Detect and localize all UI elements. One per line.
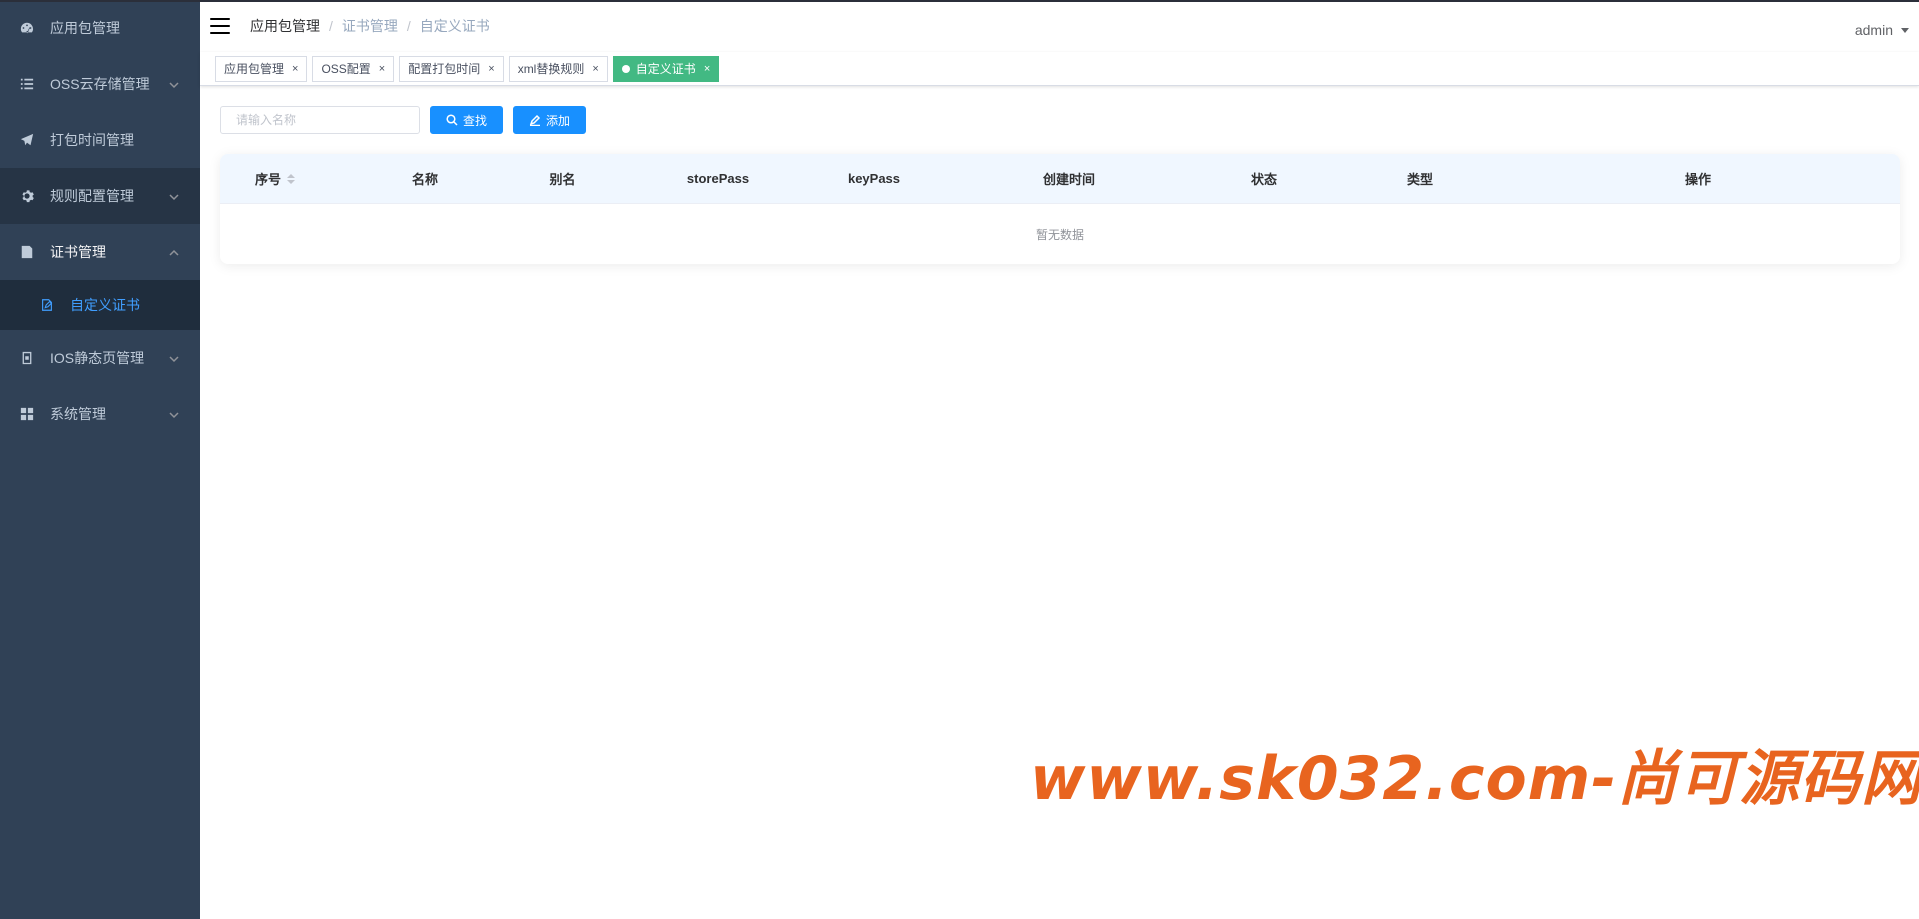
column-header-name: 名称 xyxy=(365,169,485,188)
navbar: 应用包管理 / 证书管理 / 自定义证书 admin xyxy=(200,0,1919,52)
tag-label: 配置打包时间 xyxy=(408,61,481,76)
column-label: 序号 xyxy=(255,172,282,187)
search-button[interactable]: 查找 xyxy=(430,106,504,134)
breadcrumb-separator: / xyxy=(329,18,333,34)
page-content: 查找 添加 序号 名称 别名 storePass keyPass 创建时间 状态… xyxy=(200,86,1919,284)
column-label: 创建时间 xyxy=(1042,172,1095,187)
top-border xyxy=(0,0,1919,2)
column-label: 状态 xyxy=(1250,172,1277,187)
watermark-text: www.sk032.com-尚可源码网 xyxy=(1030,744,1919,814)
column-label: 名称 xyxy=(411,172,438,187)
sidebar-subitem-label: 自定义证书 xyxy=(70,297,140,313)
tag-oss-config[interactable]: OSS配置 × xyxy=(312,55,395,82)
column-header-index[interactable]: 序号 xyxy=(220,169,365,188)
sidebar-item-label: 证书管理 xyxy=(50,244,106,260)
table-header: 序号 名称 别名 storePass keyPass 创建时间 状态 类型 操作 xyxy=(220,154,1900,204)
column-header-type: 类型 xyxy=(1342,169,1498,188)
chevron-down-icon xyxy=(168,408,180,420)
close-icon[interactable]: × xyxy=(488,57,494,81)
add-button[interactable]: 添加 xyxy=(513,106,587,134)
dashboard-icon xyxy=(20,21,34,35)
caret-down-icon xyxy=(1901,27,1909,33)
edit-icon xyxy=(529,114,541,126)
chevron-down-icon xyxy=(168,78,180,90)
sidebar-item-label: 系统管理 xyxy=(50,406,106,422)
column-label: 别名 xyxy=(549,172,576,187)
grid-icon xyxy=(20,407,34,421)
search-icon xyxy=(446,114,458,126)
certificate-table: 序号 名称 别名 storePass keyPass 创建时间 状态 类型 操作… xyxy=(220,154,1900,264)
chevron-down-icon xyxy=(168,190,180,202)
active-dot-icon xyxy=(621,64,630,73)
tag-label: xml替换规则 xyxy=(517,61,585,76)
breadcrumb-separator: / xyxy=(406,18,411,34)
certificate-icon xyxy=(20,245,34,259)
tags-view: 应用包管理 × OSS配置 × 配置打包时间 × xml替换规则 × 自定义证书… xyxy=(200,52,1919,86)
column-header-alias: 别名 xyxy=(485,169,640,188)
chevron-up-icon xyxy=(168,246,180,258)
column-label: 操作 xyxy=(1684,172,1711,187)
sidebar: 应用包管理 OSS云存储管理 打包时间管理 规则配置管理 证书管理 自定义证书 xyxy=(0,0,200,919)
column-header-keypass: keyPass xyxy=(796,171,952,186)
sidebar-item-label: OSS云存储管理 xyxy=(50,76,150,92)
table-empty-state: 暂无数据 xyxy=(220,204,1900,264)
sidebar-item-label: 应用包管理 xyxy=(50,20,120,36)
search-button-label: 查找 xyxy=(463,113,488,128)
close-icon[interactable]: × xyxy=(379,57,385,81)
username: admin xyxy=(1854,22,1893,38)
sidebar-item-ios-static[interactable]: IOS静态页管理 xyxy=(0,330,200,386)
close-icon[interactable]: × xyxy=(592,57,598,81)
filter-toolbar: 查找 添加 xyxy=(220,106,1899,134)
sort-icon[interactable] xyxy=(287,173,296,184)
close-icon[interactable]: × xyxy=(704,57,710,81)
sidebar-item-oss[interactable]: OSS云存储管理 xyxy=(0,56,200,112)
sidebar-subitem-custom-cert[interactable]: 自定义证书 xyxy=(0,280,200,330)
column-header-storepass: storePass xyxy=(640,171,796,186)
tag-label: OSS配置 xyxy=(321,61,371,76)
hamburger-icon[interactable] xyxy=(210,16,230,36)
close-icon[interactable]: × xyxy=(292,57,298,81)
empty-text: 暂无数据 xyxy=(1035,227,1084,242)
sidebar-item-label: 规则配置管理 xyxy=(50,188,134,204)
page-icon xyxy=(20,351,34,365)
column-header-status: 状态 xyxy=(1186,169,1342,188)
breadcrumb-item: 证书管理 xyxy=(341,18,398,34)
breadcrumb-item-current: 自定义证书 xyxy=(419,18,490,34)
tag-pack-time[interactable]: 配置打包时间 × xyxy=(399,55,504,82)
breadcrumb: 应用包管理 / 证书管理 / 自定义证书 xyxy=(250,16,490,36)
sidebar-item-system[interactable]: 系统管理 xyxy=(0,386,200,442)
sidebar-item-label: 打包时间管理 xyxy=(50,132,134,148)
column-label: storePass xyxy=(686,171,750,186)
sidebar-item-rules[interactable]: 规则配置管理 xyxy=(0,168,200,224)
sidebar-item-certificates[interactable]: 证书管理 xyxy=(0,224,200,280)
chevron-down-icon xyxy=(168,352,180,364)
user-menu[interactable]: admin xyxy=(1855,22,1909,38)
sidebar-item-app-package[interactable]: 应用包管理 xyxy=(0,0,200,56)
send-icon xyxy=(20,133,34,147)
add-button-label: 添加 xyxy=(546,113,571,128)
sidebar-item-label: IOS静态页管理 xyxy=(50,350,145,366)
column-label: keyPass xyxy=(847,171,901,186)
tag-app-package[interactable]: 应用包管理 × xyxy=(215,55,308,82)
column-label: 类型 xyxy=(1406,172,1433,187)
edit-doc-icon xyxy=(40,298,54,312)
gear-icon xyxy=(20,189,34,203)
sidebar-item-pack-time[interactable]: 打包时间管理 xyxy=(0,112,200,168)
name-search-input[interactable] xyxy=(220,106,420,134)
breadcrumb-item[interactable]: 应用包管理 xyxy=(250,16,320,36)
column-header-created-time: 创建时间 xyxy=(952,169,1186,188)
list-icon xyxy=(20,77,34,91)
tag-xml-rules[interactable]: xml替换规则 × xyxy=(508,55,608,82)
tag-label: 自定义证书 xyxy=(635,61,696,76)
tag-label: 应用包管理 xyxy=(224,61,285,76)
column-header-actions: 操作 xyxy=(1498,169,1898,188)
tag-custom-cert[interactable]: 自定义证书 × xyxy=(612,55,720,82)
